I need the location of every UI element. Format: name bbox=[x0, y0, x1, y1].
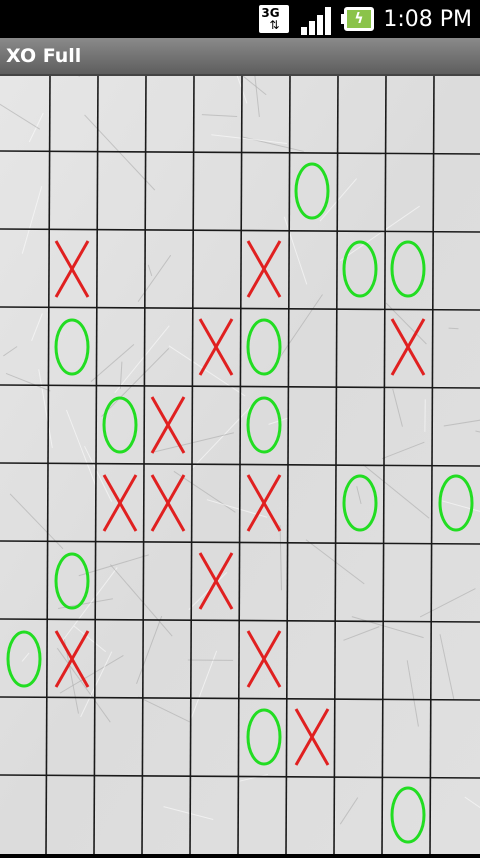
game-board[interactable] bbox=[0, 76, 480, 854]
status-time: 1:08 PM bbox=[383, 7, 472, 32]
crumple-line bbox=[449, 328, 459, 329]
status-icons: 3G ⇅ ϟ 1:08 PM bbox=[259, 0, 472, 38]
signal-icon bbox=[301, 3, 333, 35]
battery-charging-icon: ϟ bbox=[341, 7, 375, 31]
app-title-bar: XO Full bbox=[0, 38, 480, 76]
board-canvas[interactable] bbox=[0, 76, 480, 854]
3g-icon: 3G ⇅ bbox=[259, 3, 293, 35]
status-bar: 3G ⇅ ϟ 1:08 PM bbox=[0, 0, 480, 38]
app-title: XO Full bbox=[6, 45, 81, 67]
